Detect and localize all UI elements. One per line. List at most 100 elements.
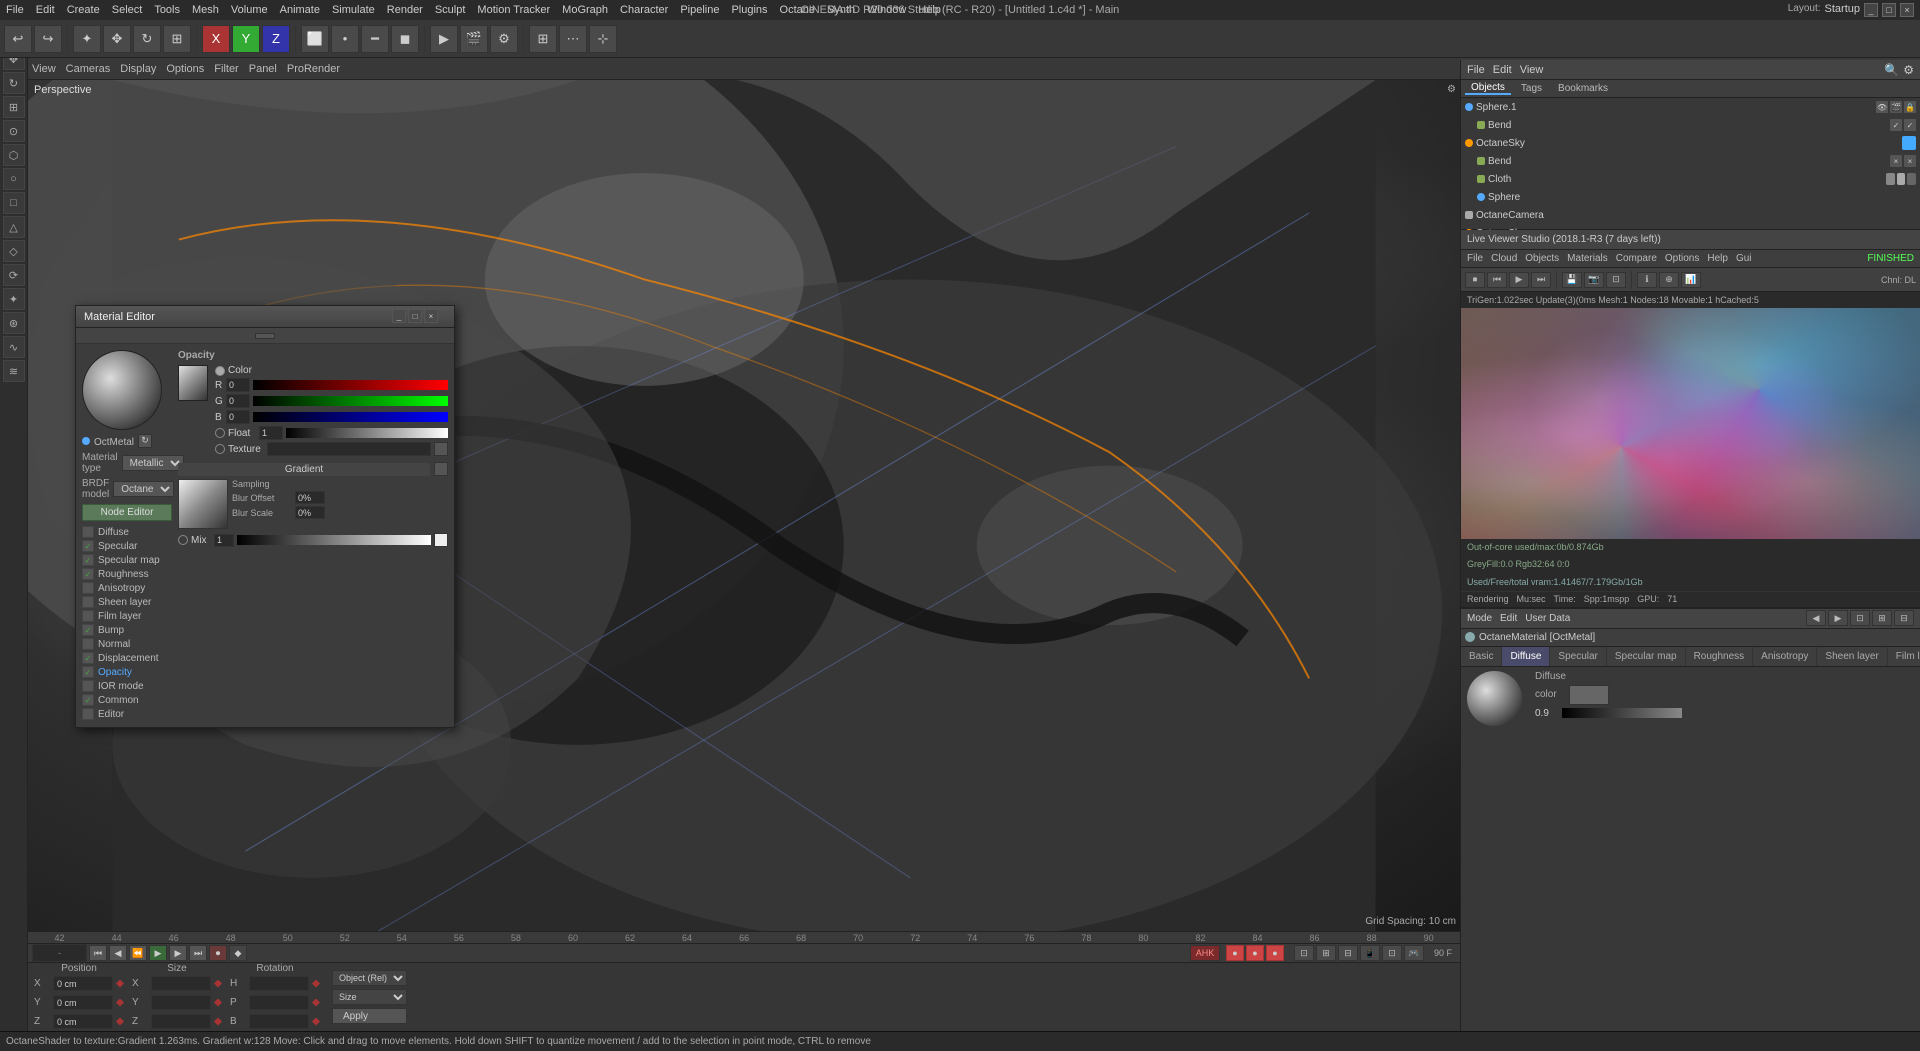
mix-slider[interactable]: [237, 535, 431, 545]
lv-btn-display[interactable]: 📊: [1681, 272, 1701, 288]
coord-system-dropdown[interactable]: Object (Rel): [332, 970, 407, 986]
menu-simulate[interactable]: Simulate: [332, 4, 375, 16]
menu-motion-tracker[interactable]: Motion Tracker: [477, 4, 550, 16]
sphere1-render[interactable]: 🎬: [1890, 101, 1902, 113]
float-input[interactable]: [259, 426, 283, 440]
lv-btn-save[interactable]: 💾: [1562, 272, 1582, 288]
material-editor-titlebar[interactable]: Material Editor _ □ ×: [76, 306, 454, 328]
poly-mode[interactable]: ◼: [391, 25, 419, 53]
obj-manager-icon2[interactable]: ⚙: [1903, 63, 1914, 77]
render-red-btn1[interactable]: ●: [1226, 945, 1244, 961]
displacement-check[interactable]: ✓: [82, 652, 94, 664]
playback-btn4[interactable]: 📱: [1360, 945, 1380, 961]
channel-sheen-layer[interactable]: Sheen layer: [82, 595, 172, 609]
playback-btn6[interactable]: 🎮: [1404, 945, 1424, 961]
g-slider[interactable]: [253, 396, 448, 406]
diffuse-slider[interactable]: [1562, 708, 1682, 718]
brdf-model-dropdown[interactable]: Octane: [113, 481, 174, 497]
size-z-input[interactable]: 36.601 cm: [151, 1014, 211, 1029]
maximize-button[interactable]: □: [1882, 3, 1896, 17]
tab-anisotropy[interactable]: Anisotropy: [1753, 647, 1817, 666]
scale-tool[interactable]: ⊞: [163, 25, 191, 53]
mat-editor-maximize[interactable]: □: [408, 309, 422, 323]
mat-editor-dragbar[interactable]: [76, 328, 454, 344]
editor-check[interactable]: [82, 708, 94, 720]
bump-check[interactable]: ✓: [82, 624, 94, 636]
obj-item-sphere2[interactable]: Sphere: [1473, 188, 1920, 206]
texture-radio[interactable]: [215, 444, 225, 454]
color-radio[interactable]: [215, 366, 225, 376]
playback-btn2[interactable]: ⊞: [1316, 945, 1336, 961]
mix-input[interactable]: [214, 534, 234, 547]
undo-button[interactable]: ↩: [4, 25, 32, 53]
redo-button[interactable]: ↪: [34, 25, 62, 53]
menu-cameras[interactable]: Cameras: [66, 63, 111, 75]
channel-common[interactable]: ✓ Common: [82, 693, 172, 707]
material-type-dropdown[interactable]: Metallic: [122, 455, 184, 471]
sidebar-tool-13[interactable]: ⊛: [3, 312, 25, 334]
menu-edit[interactable]: Edit: [36, 4, 55, 16]
specular-map-check[interactable]: ✓: [82, 554, 94, 566]
tab-basic[interactable]: Basic: [1461, 647, 1502, 666]
bend2-vis[interactable]: ×: [1890, 155, 1902, 167]
obj-item-bend2[interactable]: Bend × ×: [1473, 152, 1920, 170]
channel-normal[interactable]: Normal: [82, 637, 172, 651]
kf-btn[interactable]: ◆: [229, 945, 247, 961]
pos-z-input[interactable]: [53, 1014, 113, 1029]
menu-filter[interactable]: Filter: [214, 63, 238, 75]
lv-menu-options[interactable]: Options: [1665, 253, 1699, 264]
lv-menu-help[interactable]: Help: [1707, 253, 1728, 264]
rot-h-key[interactable]: [312, 980, 320, 988]
menu-render[interactable]: Render: [387, 4, 423, 16]
lv-btn-cam[interactable]: 📷: [1584, 272, 1604, 288]
play-reverse-btn[interactable]: ⏪: [129, 945, 147, 961]
menu-file[interactable]: File: [6, 4, 24, 16]
lv-btn-info[interactable]: ℹ: [1637, 272, 1657, 288]
lv-nav-back[interactable]: ◀: [1806, 610, 1826, 626]
rotate-tool[interactable]: ↻: [133, 25, 161, 53]
lv-region[interactable]: ⊡: [1606, 272, 1626, 288]
float-slider[interactable]: [286, 428, 448, 438]
grid-toggle[interactable]: ⊞: [529, 25, 557, 53]
prev-frame-btn[interactable]: ◀: [109, 945, 127, 961]
r-slider[interactable]: [253, 380, 448, 390]
sidebar-tool-15[interactable]: ≋: [3, 360, 25, 382]
menu-display[interactable]: Display: [120, 63, 156, 75]
menu-pipeline[interactable]: Pipeline: [680, 4, 719, 16]
menu-prorender[interactable]: ProRender: [287, 63, 340, 75]
start-frame-input[interactable]: [36, 948, 56, 958]
channel-diffuse[interactable]: Diffuse: [82, 525, 172, 539]
node-editor-button[interactable]: Node Editor: [82, 504, 172, 521]
sphere1-vis[interactable]: 👁: [1876, 101, 1888, 113]
layout-dropdown[interactable]: Startup: [1825, 3, 1860, 17]
obj-manager-view[interactable]: View: [1520, 64, 1544, 76]
lv-menu-gui[interactable]: Gui: [1736, 253, 1752, 264]
rot-b-input[interactable]: 0°: [249, 1014, 309, 1029]
obj-item-octanesky1[interactable]: OctaneSky: [1461, 134, 1920, 152]
size-x-input[interactable]: 690.599 cm: [151, 976, 211, 991]
sidebar-tool-10[interactable]: ◇: [3, 240, 25, 262]
normal-check[interactable]: [82, 638, 94, 650]
channel-film-layer[interactable]: Film layer: [82, 609, 172, 623]
pos-x-input[interactable]: [53, 976, 113, 991]
diffuse-color-swatch[interactable]: [1569, 685, 1609, 705]
pos-y-key[interactable]: [116, 999, 124, 1007]
opacity-check[interactable]: ✓: [82, 666, 94, 678]
minimize-button[interactable]: _: [1864, 3, 1878, 17]
lv-menu-cloud[interactable]: Cloud: [1491, 253, 1517, 264]
render-red-btn3[interactable]: ●: [1266, 945, 1284, 961]
blur-offset-input[interactable]: [295, 491, 325, 504]
edge-mode[interactable]: ━: [361, 25, 389, 53]
menu-mesh[interactable]: Mesh: [192, 4, 219, 16]
blur-scale-input[interactable]: [295, 506, 325, 519]
lv-mode-btn2[interactable]: ⊞: [1872, 610, 1892, 626]
rot-h-input[interactable]: 0°: [249, 976, 309, 991]
bend1-vis[interactable]: ✓: [1890, 119, 1902, 131]
sidebar-tool-6[interactable]: ⬡: [3, 144, 25, 166]
float-radio[interactable]: [215, 428, 225, 438]
channel-editor[interactable]: Editor: [82, 707, 172, 721]
next-frame-btn[interactable]: ▶: [169, 945, 187, 961]
obj-item-octanecamera[interactable]: OctaneCamera: [1461, 206, 1920, 224]
sphere1-lock[interactable]: 🔒: [1904, 101, 1916, 113]
lv-btn-1[interactable]: ⏹: [1465, 272, 1485, 288]
